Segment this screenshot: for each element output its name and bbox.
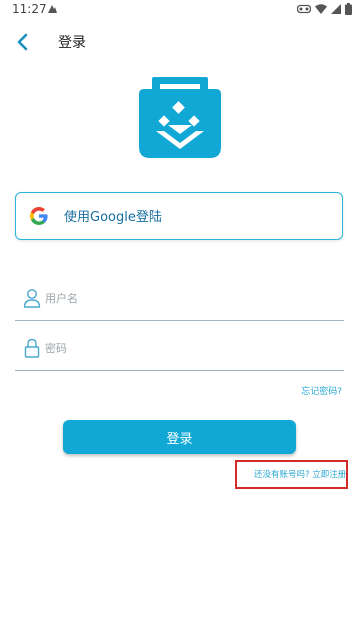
- chevron-left-icon: [17, 33, 28, 51]
- page-title: 登录: [58, 35, 86, 51]
- google-icon: [30, 207, 48, 225]
- signal-icon: [331, 4, 341, 14]
- password-field: [15, 330, 344, 371]
- forgot-password-link[interactable]: 忘记密码?: [301, 384, 342, 397]
- app-bar: 登录: [0, 24, 360, 60]
- username-input[interactable]: [45, 286, 335, 310]
- back-button[interactable]: [10, 30, 34, 54]
- shopping-bag-logo: [139, 77, 221, 158]
- battery-icon: [345, 3, 352, 15]
- login-button[interactable]: 登录: [63, 420, 296, 454]
- status-bar: 11:27: [0, 0, 360, 20]
- notification-icon: [48, 5, 57, 13]
- username-field: [15, 280, 344, 321]
- google-login-label: 使用Google登陆: [64, 210, 162, 225]
- wifi-icon: [315, 4, 327, 14]
- user-icon: [23, 289, 41, 308]
- google-login-button[interactable]: 使用Google登陆: [15, 192, 343, 240]
- lock-icon: [24, 338, 40, 358]
- status-time: 11:27: [12, 2, 47, 16]
- register-link[interactable]: 还没有账号吗? 立即注册: [254, 468, 346, 480]
- vr-icon: [297, 4, 311, 14]
- status-icons: [297, 3, 352, 15]
- password-input[interactable]: [45, 336, 335, 360]
